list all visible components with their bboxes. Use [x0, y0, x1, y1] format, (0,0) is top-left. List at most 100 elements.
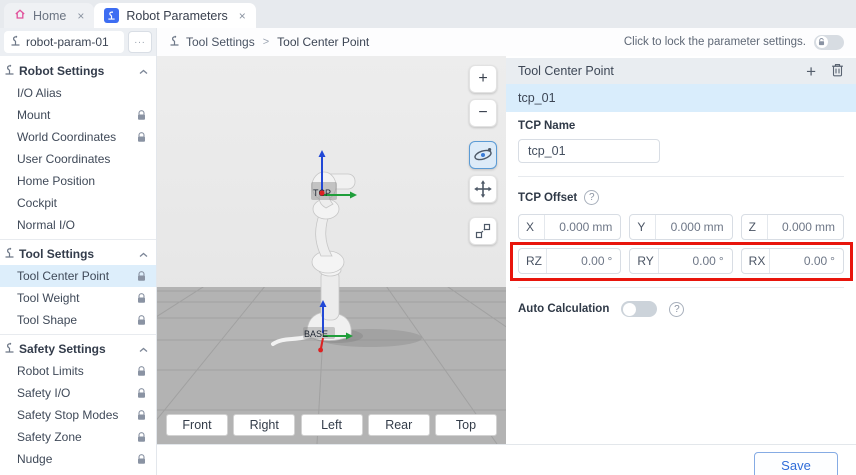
lock-banner-text: Click to lock the parameter settings.	[624, 36, 806, 48]
zoom-in-button[interactable]: +	[469, 65, 497, 93]
view-right-button[interactable]: Right	[233, 414, 295, 436]
view-front-button[interactable]: Front	[166, 414, 228, 436]
axis-label: RZ	[519, 249, 547, 273]
sidebar-item-user-coordinates[interactable]: User Coordinates	[0, 148, 156, 170]
sidebar: robot-param-01 ... Robot Settings I/O Al…	[0, 28, 157, 475]
more-options-button[interactable]: ...	[128, 31, 152, 53]
sidebar-item-label: Home Position	[17, 174, 146, 188]
rz-offset-field[interactable]: RZ 0.00°	[518, 248, 621, 274]
z-offset-value[interactable]: 0.000	[782, 220, 812, 234]
auto-calculation-toggle[interactable]	[621, 301, 657, 317]
breadcrumb-parent[interactable]: Tool Settings	[186, 35, 255, 49]
measure-icon	[475, 223, 491, 239]
sidebar-item-label: Mount	[17, 108, 137, 122]
sidebar-item-robot-limits[interactable]: Robot Limits	[0, 360, 156, 382]
parameter-set-selector[interactable]: robot-param-01	[4, 31, 124, 53]
section-label: Safety Settings	[19, 342, 135, 356]
tcp-panel: Tool Center Point + tcp_01 TCP Name TCP	[506, 56, 856, 444]
sidebar-item-world-coordinates[interactable]: World Coordinates	[0, 126, 156, 148]
robot-arm-icon	[4, 342, 15, 356]
zoom-out-button[interactable]: −	[469, 99, 497, 127]
section-label: Tool Settings	[19, 247, 135, 261]
view-left-button[interactable]: Left	[301, 414, 363, 436]
trash-icon	[831, 63, 844, 77]
section-robot-settings[interactable]: Robot Settings	[0, 60, 156, 82]
ry-offset-value[interactable]: 0.00	[692, 254, 715, 268]
tab-home-label: Home	[33, 9, 66, 23]
tab-bar: Home × Robot Parameters ×	[0, 0, 856, 28]
tcp-name-input[interactable]	[518, 139, 660, 163]
panel-body: TCP Name TCP Offset ? X 0.000mm Y	[506, 112, 856, 317]
sidebar-item-normal-io[interactable]: Normal I/O	[0, 214, 156, 236]
robot-3d-viewport[interactable]: TCP BASE	[157, 56, 506, 444]
sidebar-item-nudge[interactable]: Nudge	[0, 448, 156, 470]
sidebar-item-mount[interactable]: Mount	[0, 104, 156, 126]
lock-icon	[137, 366, 146, 377]
x-offset-value[interactable]: 0.000	[559, 220, 589, 234]
tcp-list-item-selected[interactable]: tcp_01	[506, 84, 856, 112]
unit-label: mm	[815, 220, 835, 234]
tab-robot-parameters[interactable]: Robot Parameters ×	[94, 3, 255, 28]
sidebar-item-safety-stop-modes[interactable]: Safety Stop Modes	[0, 404, 156, 426]
pan-icon	[474, 180, 492, 198]
z-offset-field[interactable]: Z 0.000mm	[741, 214, 844, 240]
axis-label: X	[519, 215, 545, 239]
rx-offset-value[interactable]: 0.00	[804, 254, 827, 268]
viewport-controls: + −	[469, 65, 497, 245]
tab-robot-parameters-close-icon[interactable]: ×	[239, 9, 246, 23]
pan-button[interactable]	[469, 175, 497, 203]
orbit-icon	[473, 147, 493, 163]
help-icon[interactable]: ?	[584, 190, 599, 205]
unit-label: mm	[592, 220, 612, 234]
lock-icon	[137, 432, 146, 443]
section-safety-settings[interactable]: Safety Settings	[0, 338, 156, 360]
rz-offset-value[interactable]: 0.00	[581, 254, 604, 268]
sidebar-item-label: Tool Weight	[17, 291, 137, 305]
sidebar-item-safety-io[interactable]: Safety I/O	[0, 382, 156, 404]
x-offset-field[interactable]: X 0.000mm	[518, 214, 621, 240]
robot-icon	[104, 8, 119, 23]
section-tool-settings[interactable]: Tool Settings	[0, 243, 156, 265]
ry-offset-field[interactable]: RY 0.00°	[629, 248, 732, 274]
lock-icon	[137, 410, 146, 421]
tab-home-close-icon[interactable]: ×	[77, 9, 84, 23]
sidebar-item-home-position[interactable]: Home Position	[0, 170, 156, 192]
sidebar-item-label: Nudge	[17, 452, 137, 466]
lock-icon	[137, 271, 146, 282]
panel-header: Tool Center Point +	[506, 58, 856, 84]
sidebar-item-io-alias[interactable]: I/O Alias	[0, 82, 156, 104]
help-icon[interactable]: ?	[669, 302, 684, 317]
breadcrumb-separator: >	[261, 36, 271, 48]
chevron-up-icon[interactable]	[139, 342, 148, 356]
parameter-lock-toggle[interactable]	[814, 35, 844, 50]
chevron-up-icon[interactable]	[139, 64, 148, 78]
save-button[interactable]: Save	[754, 452, 838, 475]
axis-label: RY	[630, 249, 658, 273]
parameter-set-row: robot-param-01 ...	[0, 28, 156, 56]
measure-button[interactable]	[469, 217, 497, 245]
chevron-up-icon[interactable]	[139, 247, 148, 261]
delete-tcp-button[interactable]	[831, 63, 844, 80]
sidebar-item-cockpit[interactable]: Cockpit	[0, 192, 156, 214]
sidebar-item-tool-weight[interactable]: Tool Weight	[0, 287, 156, 309]
view-top-button[interactable]: Top	[435, 414, 497, 436]
y-offset-field[interactable]: Y 0.000mm	[629, 214, 732, 240]
divider	[0, 334, 156, 335]
view-rear-button[interactable]: Rear	[368, 414, 430, 436]
orbit-rotate-button[interactable]	[469, 141, 497, 169]
tab-home[interactable]: Home ×	[4, 3, 94, 28]
sidebar-item-label: Safety I/O	[17, 386, 137, 400]
divider	[518, 176, 844, 177]
sidebar-item-label: Tool Center Point	[17, 269, 137, 283]
robot-3d-scene[interactable]: TCP BASE	[157, 56, 506, 444]
sidebar-item-safety-zone[interactable]: Safety Zone	[0, 426, 156, 448]
sidebar-item-tool-center-point[interactable]: Tool Center Point	[0, 265, 156, 287]
y-offset-value[interactable]: 0.000	[671, 220, 701, 234]
parameter-set-name: robot-param-01	[26, 35, 109, 49]
sidebar-item-tool-shape[interactable]: Tool Shape	[0, 309, 156, 331]
section-label: Robot Settings	[19, 64, 135, 78]
sidebar-item-label: Safety Stop Modes	[17, 408, 137, 422]
bottom-bar: Save	[157, 444, 856, 475]
add-tcp-button[interactable]: +	[806, 63, 816, 80]
rx-offset-field[interactable]: RX 0.00°	[741, 248, 844, 274]
